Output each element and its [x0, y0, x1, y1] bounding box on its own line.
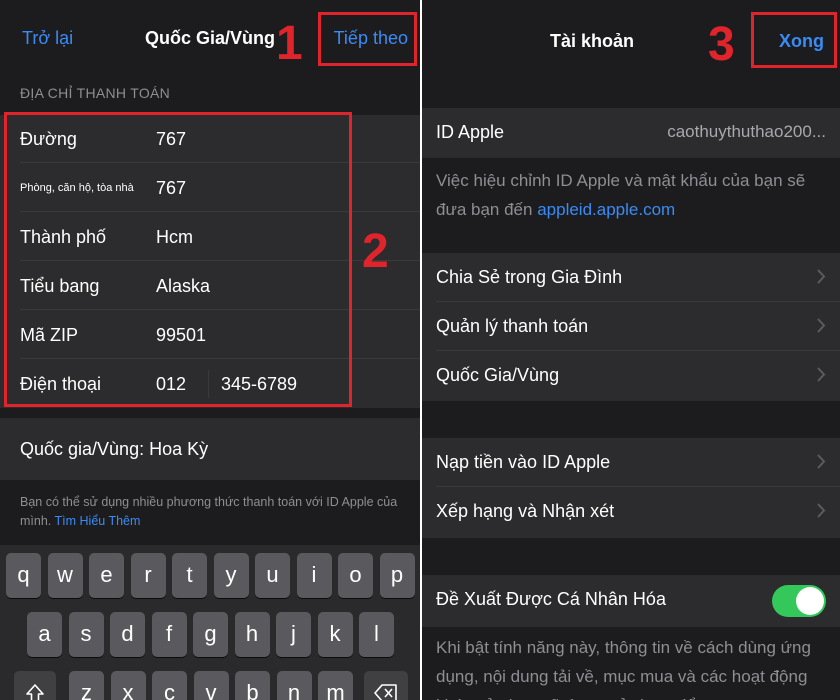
apple-id-value: caothuythuthao200... [667, 122, 826, 141]
key-b[interactable]: b [235, 671, 270, 700]
key-v[interactable]: v [193, 671, 229, 700]
chevron-right-icon [817, 367, 826, 382]
shift-key[interactable] [14, 671, 56, 700]
annotation-number-3: 3 [708, 18, 735, 71]
settings-group-2: Nạp tiền vào ID Apple Xếp hạng và Nhận x… [422, 438, 840, 538]
key-m[interactable]: m [318, 671, 353, 700]
country-region-label: Quốc gia/Vùng: Hoa Kỳ [20, 439, 209, 459]
key-p[interactable]: p [379, 553, 415, 598]
ratings-reviews-row[interactable]: Xếp hạng và Nhận xét [436, 487, 840, 536]
key-z[interactable]: z [69, 671, 104, 700]
annotation-number-1: 1 [276, 17, 303, 70]
key-k[interactable]: k [317, 612, 353, 657]
key-u[interactable]: u [255, 553, 290, 598]
apple-id-label: ID Apple [436, 122, 505, 142]
key-j[interactable]: j [276, 612, 311, 657]
personalized-recommendations-row: Đề Xuất Được Cá Nhân Hóa [436, 575, 840, 627]
key-x[interactable]: x [110, 671, 146, 700]
billing-address-screen: Trở lại Quốc Gia/Vùng Tiếp theo ĐỊA CHỈ … [0, 0, 420, 700]
key-f[interactable]: f [151, 612, 187, 657]
personalized-recommendations-toggle[interactable] [772, 585, 826, 617]
country-region-row-right[interactable]: Quốc Gia/Vùng [436, 351, 840, 400]
key-r[interactable]: r [130, 553, 166, 598]
apple-id-group: ID Apple caothuythuthao200... [422, 108, 840, 158]
annotation-box-3 [751, 12, 837, 68]
key-l[interactable]: l [359, 612, 394, 657]
country-region-label-right: Quốc Gia/Vùng [436, 365, 560, 385]
account-screen: Tài khoản Xong ID Apple caothuythuthao20… [422, 0, 840, 700]
key-d[interactable]: d [110, 612, 145, 657]
toggle-knob [796, 587, 824, 615]
apple-id-row[interactable]: ID Apple caothuythuthao200... [436, 108, 840, 157]
key-e[interactable]: e [89, 553, 124, 598]
add-funds-label: Nạp tiền vào ID Apple [436, 452, 611, 472]
key-q[interactable]: q [6, 553, 41, 598]
key-i[interactable]: i [296, 553, 332, 598]
appleid-link[interactable]: appleid.apple.com [537, 200, 675, 219]
key-a[interactable]: a [27, 612, 62, 657]
apple-id-description: Việc hiệu chỉnh ID Apple và mật khẩu của… [436, 166, 826, 224]
chevron-right-icon [817, 503, 826, 518]
annotation-box-2 [4, 112, 352, 407]
key-y[interactable]: y [213, 553, 249, 598]
backspace-icon [374, 684, 397, 700]
manage-payments-label: Quản lý thanh toán [436, 316, 589, 336]
key-w[interactable]: w [47, 553, 83, 598]
country-region-row[interactable]: Quốc gia/Vùng: Hoa Kỳ [0, 418, 420, 480]
key-n[interactable]: n [276, 671, 312, 700]
key-o[interactable]: o [338, 553, 373, 598]
personalized-recommendations-label: Đề Xuất Được Cá Nhân Hóa [436, 589, 666, 609]
key-c[interactable]: c [152, 671, 187, 700]
key-t[interactable]: t [172, 553, 207, 598]
family-sharing-row[interactable]: Chia Sẻ trong Gia Đình [436, 253, 840, 302]
backspace-key[interactable] [364, 671, 408, 700]
personalized-description: Khi bật tính năng này, thông tin về cách… [436, 638, 811, 700]
key-g[interactable]: g [193, 612, 228, 657]
chevron-right-icon [817, 318, 826, 333]
chevron-right-icon [817, 269, 826, 284]
manage-payments-row[interactable]: Quản lý thanh toán [436, 302, 840, 351]
annotation-box-1 [318, 12, 417, 66]
personalization-group: Đề Xuất Được Cá Nhân Hóa [422, 575, 840, 627]
add-funds-row[interactable]: Nạp tiền vào ID Apple [436, 438, 840, 487]
chevron-right-icon [817, 454, 826, 469]
settings-group-1: Chia Sẻ trong Gia Đình Quản lý thanh toá… [422, 253, 840, 401]
annotation-number-2: 2 [362, 225, 389, 278]
keyboard: qwertyuiop asdfghjkl zxcvbnm [0, 545, 420, 700]
section-header-billing: ĐỊA CHỈ THANH TOÁN [20, 85, 171, 101]
family-sharing-label: Chia Sẻ trong Gia Đình [436, 267, 623, 287]
ratings-reviews-label: Xếp hạng và Nhận xét [436, 501, 615, 521]
key-h[interactable]: h [234, 612, 270, 657]
payment-footnote: Bạn có thể sử dụng nhiều phương thức tha… [20, 493, 402, 531]
shift-icon [26, 684, 44, 700]
learn-more-link[interactable]: Tìm Hiểu Thêm [55, 514, 141, 528]
key-s[interactable]: s [68, 612, 104, 657]
